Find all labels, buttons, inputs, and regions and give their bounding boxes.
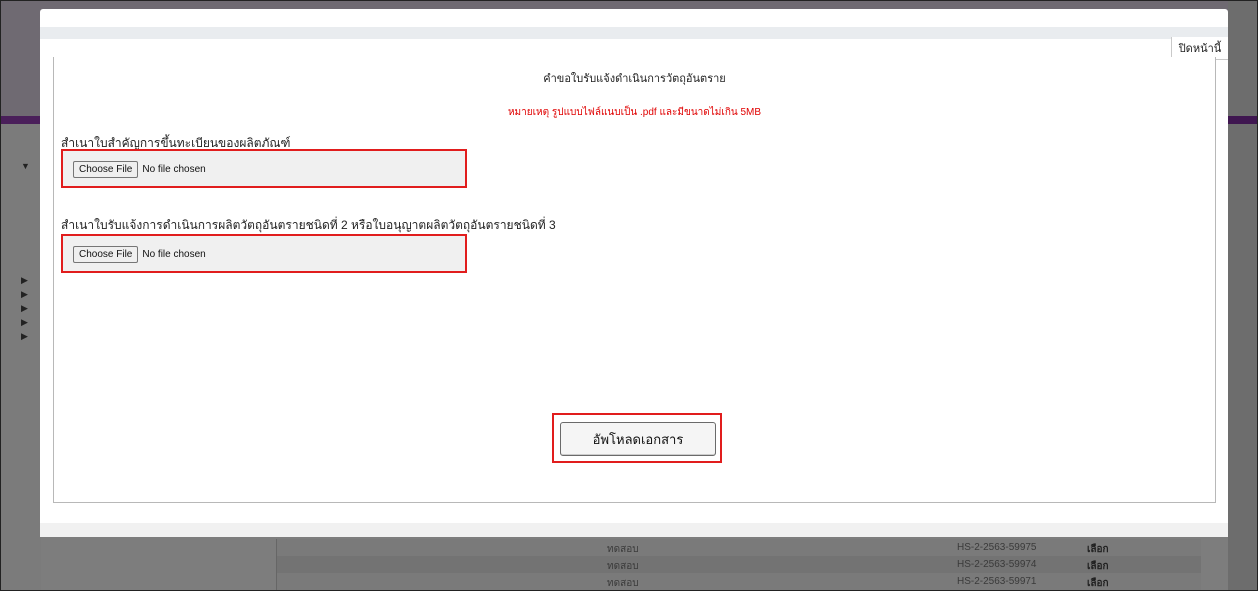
row-select-link[interactable]: เลือก — [1087, 576, 1109, 590]
background-nav-bar-right — [1228, 116, 1257, 124]
background-results-table: ทดสอบ HS-2-2563-59975 เลือก ทดสอบ HS-2-2… — [276, 539, 1201, 590]
row-name: ทดสอบ — [607, 561, 639, 572]
modal-top-bar — [40, 27, 1228, 39]
expanded-arrow-icon: ▼ — [21, 161, 30, 171]
modal-footer-bar — [40, 523, 1228, 537]
row-select-link[interactable]: เลือก — [1087, 542, 1109, 557]
collapsed-arrow-icon: ▶ — [21, 331, 28, 341]
modal-title: คำขอใบรับแจ้งดำเนินการวัตถุอันตราย — [543, 73, 726, 85]
registration-document-file-input[interactable]: Choose File No file chosen — [61, 149, 467, 188]
row-code: HS-2-2563-59975 — [957, 542, 1037, 553]
operation-license-file-input[interactable]: Choose File No file chosen — [61, 234, 467, 273]
upload-modal: ปิดหน้านี้ คำขอใบรับแจ้งดำเนินการวัตถุอั… — [40, 9, 1228, 537]
upload-documents-button[interactable]: อัพโหลดเอกสาร — [560, 422, 716, 456]
row-code: HS-2-2563-59971 — [957, 576, 1037, 587]
collapsed-arrow-icon: ▶ — [21, 275, 28, 285]
table-row: ทดสอบ HS-2-2563-59974 เลือก — [277, 556, 1201, 573]
file-requirement-note: หมายเหตุ รูปแบบไฟล์แนบเป็น .pdf และมีขนา… — [507, 107, 762, 118]
operation-license-label: สำเนาใบรับแจ้งการดำเนินการผลิตวัตถุอันตร… — [61, 218, 556, 232]
row-code: HS-2-2563-59974 — [957, 559, 1037, 570]
choose-file-button[interactable]: Choose File — [73, 161, 139, 178]
row-name: ทดสอบ — [607, 544, 639, 555]
background-right-area — [1228, 1, 1257, 590]
modal-content-panel: คำขอใบรับแจ้งดำเนินการวัตถุอันตราย หมายเ… — [53, 57, 1216, 503]
background-tree-arrows: ▼ ▶ ▶ ▶ ▶ ▶ — [21, 159, 30, 343]
file-status-text: No file chosen — [142, 249, 206, 260]
choose-file-button[interactable]: Choose File — [73, 246, 139, 263]
row-select-link[interactable]: เลือก — [1087, 559, 1109, 574]
collapsed-arrow-icon: ▶ — [21, 289, 28, 299]
collapsed-arrow-icon: ▶ — [21, 317, 28, 327]
screen: ▼ ▶ ▶ ▶ ▶ ▶ ทดสอบ HS-2-2563-59975 เลือก … — [0, 0, 1258, 591]
collapsed-arrow-icon: ▶ — [21, 303, 28, 313]
file-status-text: No file chosen — [142, 164, 206, 175]
row-name: ทดสอบ — [607, 578, 639, 589]
upload-button-highlight: อัพโหลดเอกสาร — [552, 413, 722, 463]
table-row: ทดสอบ HS-2-2563-59971 เลือก — [277, 573, 1201, 590]
table-row: ทดสอบ HS-2-2563-59975 เลือก — [277, 539, 1201, 556]
